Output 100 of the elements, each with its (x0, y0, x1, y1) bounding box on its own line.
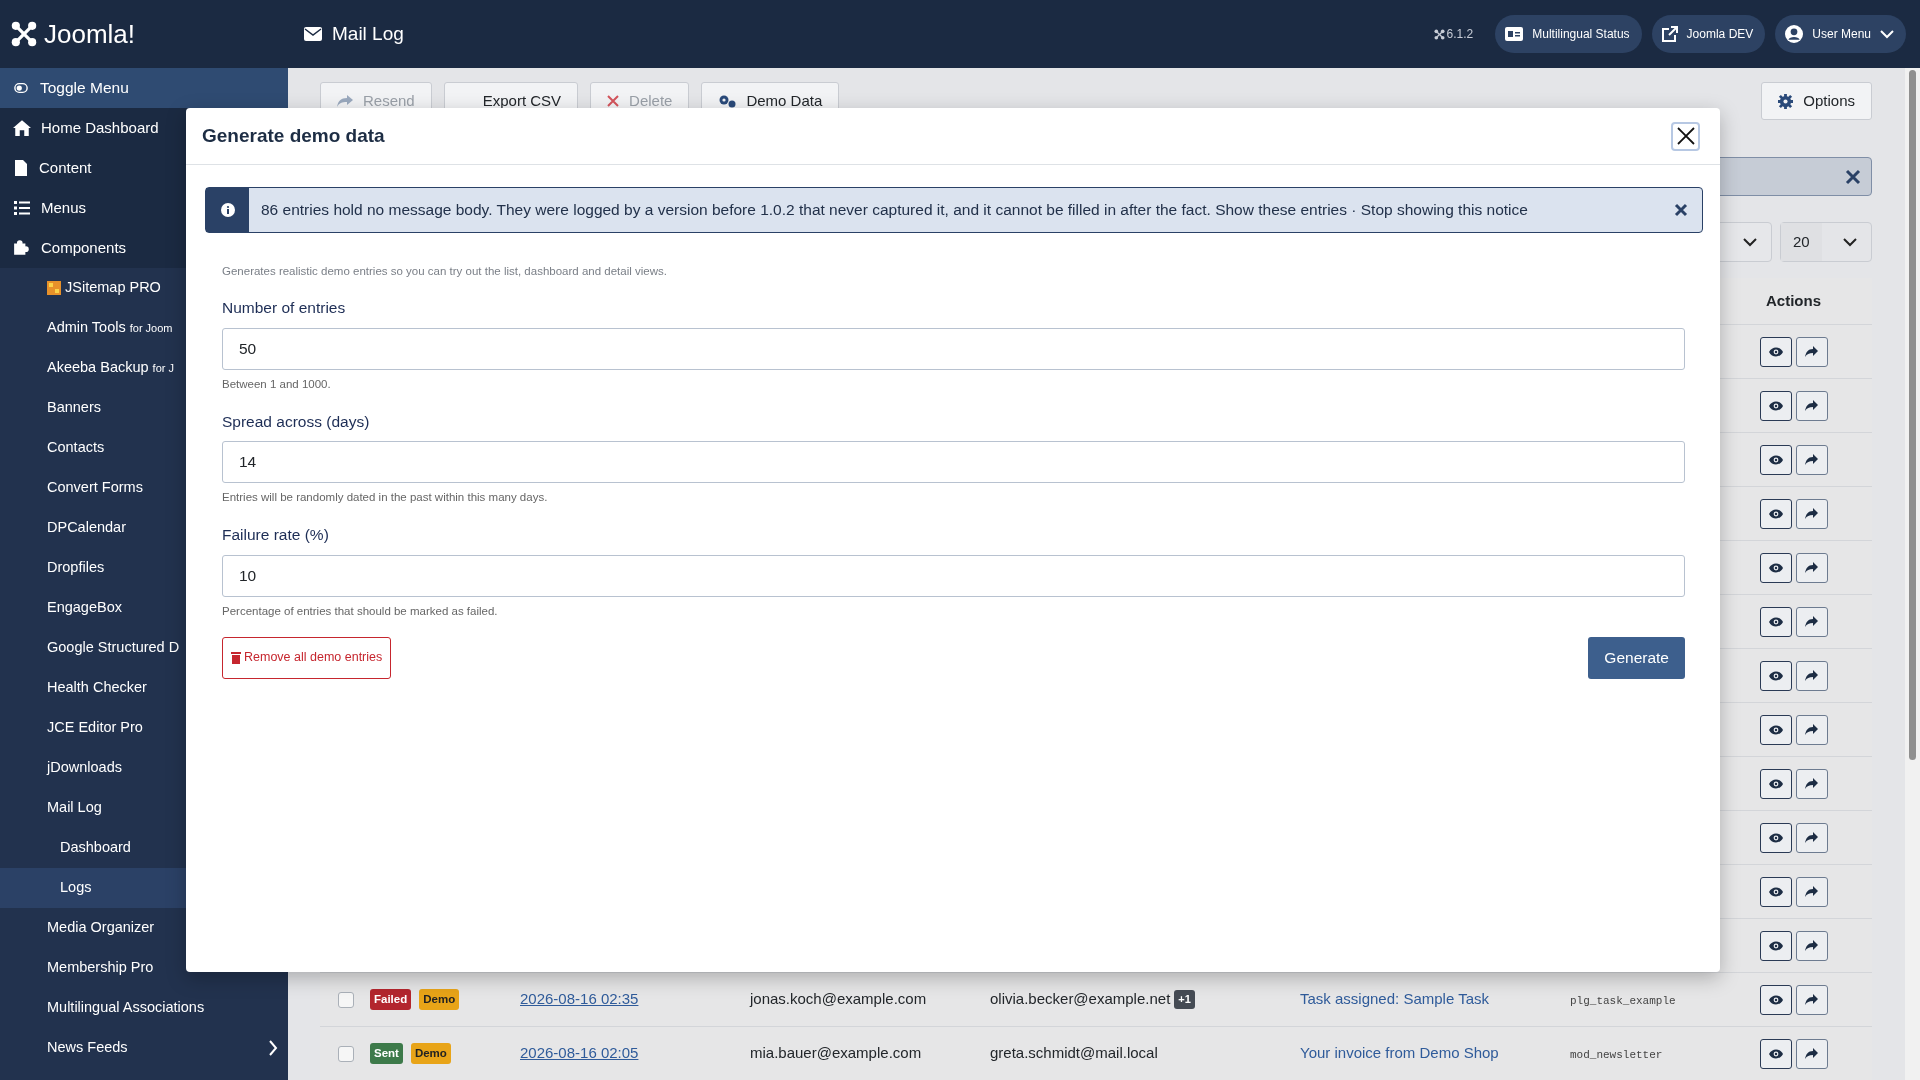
resend-button[interactable] (1795, 390, 1828, 421)
date-link[interactable]: 2026-08-16 02:35 (520, 990, 639, 1008)
share-icon (1805, 670, 1818, 681)
status-badge: Failed (370, 988, 412, 1011)
sidebar-item[interactable]: Multilingual Associations (0, 988, 288, 1028)
toggle-menu-button[interactable]: Toggle Menu (0, 68, 288, 108)
subject-link[interactable]: Your invoice from Demo Shop (1300, 1044, 1499, 1062)
resend-button[interactable] (1795, 552, 1828, 583)
version-label: 6.1.2 (1446, 26, 1474, 43)
page-limit-select[interactable]: 20 (1780, 222, 1872, 262)
id-card-icon (1505, 27, 1524, 41)
recipient-count-badge: +1 (1174, 990, 1195, 1009)
share-icon (1805, 616, 1818, 627)
document-icon (13, 159, 29, 177)
view-button[interactable] (1759, 336, 1792, 367)
view-button[interactable] (1759, 552, 1792, 583)
close-button[interactable] (1671, 121, 1700, 151)
resend-button[interactable] (1795, 498, 1828, 529)
view-button[interactable] (1759, 930, 1792, 961)
share-icon (1805, 832, 1818, 843)
input-field[interactable]: 14 (222, 441, 1685, 483)
chevron-down-icon (1880, 29, 1894, 39)
view-button[interactable] (1759, 714, 1792, 745)
resend-button[interactable] (1795, 444, 1828, 475)
resend-button[interactable] (1795, 876, 1828, 907)
share-icon (1805, 400, 1818, 411)
eye-icon (1768, 724, 1783, 735)
view-button[interactable] (1759, 606, 1792, 637)
help-text: Between 1 and 1000. (222, 376, 332, 392)
info-icon (220, 203, 235, 217)
view-button[interactable] (1759, 822, 1792, 853)
resend-button[interactable] (1795, 984, 1828, 1015)
field-label: Number of entries (222, 298, 347, 319)
share-icon (1805, 724, 1818, 735)
share-icon (1805, 346, 1818, 357)
sidebar-item[interactable]: News Feeds (0, 1028, 288, 1068)
share-icon (1805, 454, 1818, 465)
resend-button[interactable] (1795, 660, 1828, 691)
chevron-down-icon (1843, 237, 1857, 247)
share-icon (1805, 1048, 1818, 1059)
eye-icon (1768, 1048, 1783, 1059)
gears-icon (718, 94, 737, 108)
view-button[interactable] (1759, 390, 1792, 421)
gear-icon (1778, 93, 1794, 109)
header-button[interactable]: Multilingual Status (1495, 15, 1642, 53)
eye-icon (1768, 832, 1783, 843)
demo-badge: Demo (419, 988, 460, 1011)
eye-icon (1768, 778, 1783, 789)
options-button[interactable]: Options (1761, 82, 1872, 120)
close-icon (1676, 127, 1695, 145)
subject-link[interactable]: Task assigned: Sample Task (1300, 990, 1489, 1008)
resend-button[interactable] (1795, 336, 1828, 367)
row-checkbox[interactable] (338, 991, 354, 1008)
generate-button[interactable]: Generate (1588, 636, 1685, 679)
row-checkbox[interactable] (338, 1045, 354, 1062)
header-button[interactable]: User Menu (1775, 15, 1906, 53)
puzzle-icon (13, 239, 31, 257)
input-field[interactable]: 10 (222, 554, 1685, 597)
user-icon (1785, 25, 1804, 43)
field-label: Spread across (days) (222, 411, 371, 432)
toggle-icon (12, 81, 30, 95)
view-button[interactable] (1759, 498, 1792, 529)
view-button[interactable] (1759, 444, 1792, 475)
remove-demo-button[interactable]: Remove all demo entries (222, 636, 392, 679)
date-link[interactable]: 2026-08-16 02:05 (520, 1044, 639, 1062)
share-icon (1805, 562, 1818, 573)
resend-button[interactable] (1795, 1038, 1828, 1069)
share-icon (1805, 778, 1818, 789)
list-icon (13, 200, 31, 216)
view-button[interactable] (1759, 876, 1792, 907)
resend-button[interactable] (1795, 606, 1828, 637)
eye-icon (1768, 400, 1783, 411)
view-button[interactable] (1759, 1038, 1792, 1069)
resend-button[interactable] (1795, 714, 1828, 745)
scrollbar[interactable] (1905, 68, 1920, 1080)
eye-icon (1768, 508, 1783, 519)
resend-button[interactable] (1795, 768, 1828, 799)
share-icon (1805, 886, 1818, 897)
demo-badge: Demo (410, 1042, 451, 1065)
notice-link[interactable]: Stop showing this notice (1360, 201, 1528, 218)
grid-icon (47, 281, 61, 295)
recipient-email: olivia.becker@example.net (990, 989, 1171, 1010)
logo-icon (10, 20, 38, 48)
eye-icon (1768, 670, 1783, 681)
resend-button[interactable] (1795, 930, 1828, 961)
column-header: Actions (1765, 290, 1822, 311)
header-button[interactable]: Joomla DEV (1651, 15, 1766, 53)
view-button[interactable] (1759, 984, 1792, 1015)
eye-icon (1768, 616, 1783, 627)
resend-button[interactable] (1795, 822, 1828, 853)
input-field[interactable]: 50 (222, 327, 1685, 370)
sender-email: jonas.koch@example.com (750, 990, 927, 1008)
view-button[interactable] (1759, 660, 1792, 691)
envelope-icon (304, 27, 322, 41)
eye-icon (1768, 994, 1783, 1005)
status-badge: Sent (370, 1042, 403, 1065)
share-icon (1805, 940, 1818, 951)
notice-link[interactable]: Show these entries (1215, 201, 1347, 218)
share-icon (1805, 508, 1818, 519)
view-button[interactable] (1759, 768, 1792, 799)
